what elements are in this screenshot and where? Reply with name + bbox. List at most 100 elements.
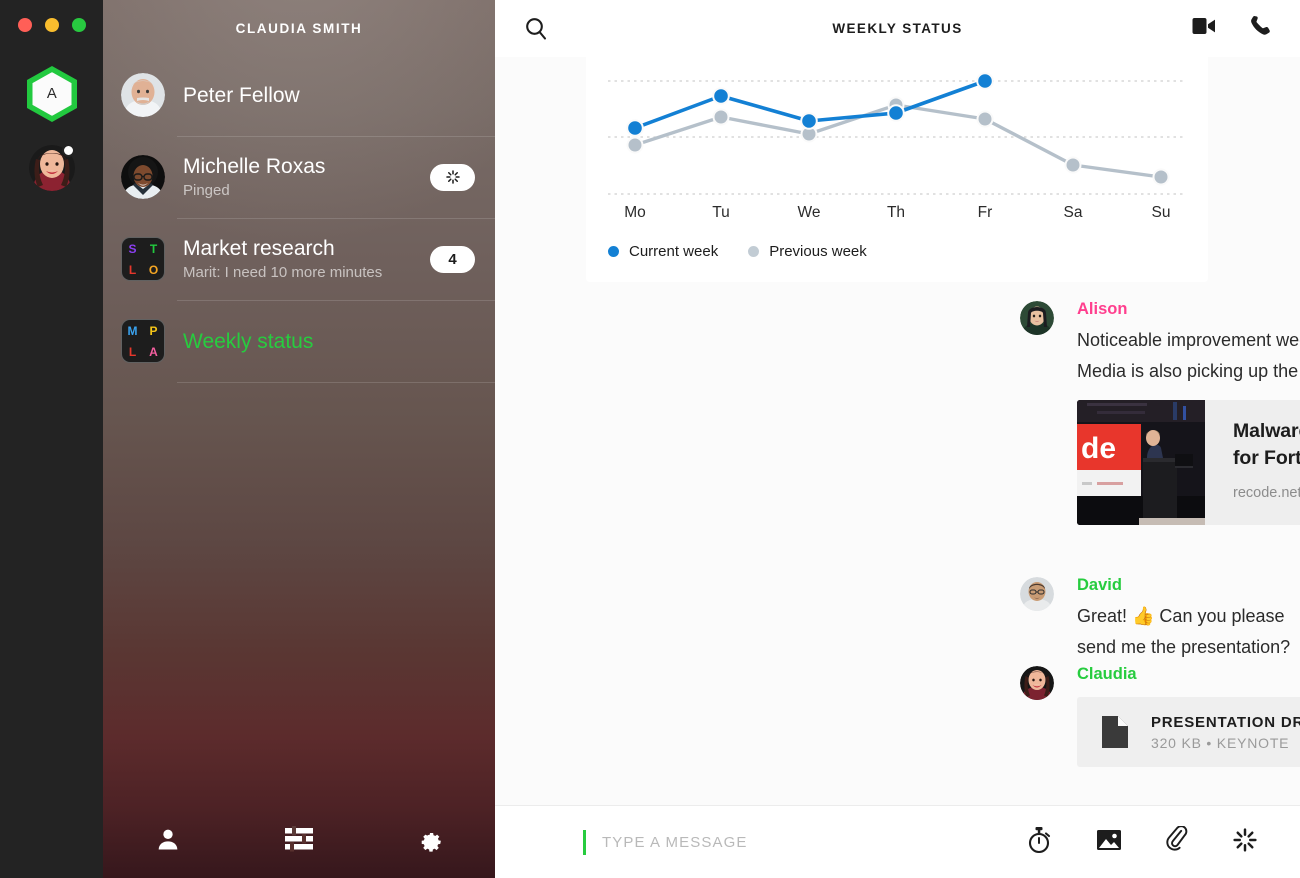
claudia-avatar xyxy=(1020,666,1054,700)
video-call-button[interactable] xyxy=(1192,16,1218,41)
legend-entry-current-week: Current week xyxy=(608,243,718,260)
link-preview-title: Malware attacks up, impact on bottom lin… xyxy=(1233,420,1300,469)
x-tick-label: Su xyxy=(1152,204,1171,221)
avatar[interactable] xyxy=(1020,301,1054,335)
list-item-weekly-status[interactable]: M P L A Weekly status xyxy=(103,300,495,382)
unread-count-badge[interactable]: 4 xyxy=(430,245,475,273)
x-tick-label: Th xyxy=(887,204,905,221)
tile-letter: L xyxy=(128,344,137,359)
attachment-button[interactable] xyxy=(1166,824,1188,859)
settings-nav-icon xyxy=(421,833,441,852)
phone-call-button[interactable] xyxy=(1248,14,1272,43)
text-caret xyxy=(583,829,586,855)
legend-swatch-icon xyxy=(748,246,760,257)
window-traffic-lights xyxy=(18,18,86,32)
minimize-window-button[interactable] xyxy=(45,18,59,32)
search-button[interactable] xyxy=(523,16,549,42)
timer-button[interactable] xyxy=(1026,826,1052,859)
timer-icon xyxy=(1028,826,1051,853)
list-item-title: Market research xyxy=(183,236,335,260)
svg-text:de: de xyxy=(1081,432,1116,465)
image-button[interactable] xyxy=(1096,828,1122,857)
list-item-title: Weekly status xyxy=(183,329,314,353)
message-david: David Great! 👍 Can you please send me th… xyxy=(1020,575,1300,663)
link-preview-url: recode.net/…up-impact-on-bottom-line-dow… xyxy=(1233,485,1300,501)
message-body: David Great! 👍 Can you please send me th… xyxy=(1077,575,1300,663)
panel-title: CLAUDIA SMITH xyxy=(235,21,363,36)
list-item-text: Peter Fellow xyxy=(183,83,475,108)
list-item-title: Peter Fellow xyxy=(183,83,300,107)
contacts-nav-icon xyxy=(158,829,178,850)
message-author: David xyxy=(1077,576,1122,594)
tile-letter: S xyxy=(128,241,137,256)
x-tick-label: Tu xyxy=(712,204,730,221)
message-text-line: Noticeable improvement week-over-week no… xyxy=(1077,330,1300,350)
list-item-text: Weekly status xyxy=(183,329,475,354)
close-window-button[interactable] xyxy=(18,18,32,32)
file-meta: PRESENTATION DRAFT 320 KB • KEYNOTE xyxy=(1151,714,1300,751)
recode-conference-thumbnail: de xyxy=(1077,400,1205,525)
message-composer xyxy=(495,805,1300,878)
legend-label: Current week xyxy=(629,243,719,260)
chat-area: WEEKLY STATUS Mo Tu We Th Fr Sa Su Curre… xyxy=(495,0,1300,878)
composer-actions xyxy=(1026,824,1258,859)
avatar-illustration xyxy=(121,155,165,199)
conversation-list: Peter Fellow Michelle Roxas Pinged S T L… xyxy=(103,54,495,383)
message-author: Claudia xyxy=(1077,665,1137,683)
alison-avatar xyxy=(1020,301,1054,335)
tile-letter: L xyxy=(128,262,137,277)
tile-letter: O xyxy=(148,262,159,277)
attachment-icon xyxy=(1166,824,1188,851)
message-author: Alison xyxy=(1077,300,1128,318)
x-tick-label: Mo xyxy=(624,204,646,221)
tile-letter: A xyxy=(149,344,158,359)
sidebar-item-contacts[interactable] xyxy=(154,825,182,853)
maximize-window-button[interactable] xyxy=(72,18,86,32)
video-call-icon xyxy=(1192,18,1215,34)
message-list[interactable]: Mo Tu We Th Fr Sa Su Current week Previo… xyxy=(495,57,1300,805)
ping-burst-icon xyxy=(1233,827,1257,852)
link-preview-card[interactable]: de Malwar for Fort recode.net xyxy=(1077,400,1300,525)
list-item-subtitle: Marit: I need 10 more minutes xyxy=(183,263,383,281)
list-item[interactable]: S T L O Market research Marit: I need 10… xyxy=(103,218,495,300)
list-item-title: Michelle Roxas xyxy=(183,154,326,178)
ping-burst-icon xyxy=(445,170,460,184)
weekly-chart-card: Mo Tu We Th Fr Sa Su Current week Previo… xyxy=(586,57,1208,282)
sidebar-item-filters[interactable] xyxy=(284,826,314,852)
david-avatar xyxy=(1020,577,1054,611)
group-avatar-tile: M P L A xyxy=(121,319,165,363)
list-item[interactable]: Peter Fellow xyxy=(103,54,495,136)
tile-letter: P xyxy=(149,323,158,338)
ping-status-badge[interactable] xyxy=(430,163,475,191)
x-tick-label: We xyxy=(798,204,821,221)
filters-nav-icon xyxy=(285,826,313,852)
image-icon xyxy=(1097,829,1121,850)
list-item[interactable]: Michelle Roxas Pinged xyxy=(103,136,495,218)
rail-user-status-badge xyxy=(62,144,75,157)
weekly-chart: Mo Tu We Th Fr Sa Su Current week Previo… xyxy=(586,57,1208,282)
tile-letter: T xyxy=(149,241,158,256)
chat-header-actions xyxy=(1192,14,1272,43)
ping-button[interactable] xyxy=(1232,827,1258,858)
chat-header: WEEKLY STATUS xyxy=(495,0,1300,57)
file-subtitle: 320 KB • KEYNOTE xyxy=(1151,734,1290,751)
message-alison: Alison Noticeable improvement week-over-… xyxy=(1020,299,1300,525)
tile-letter: M xyxy=(127,323,138,338)
phone-call-icon xyxy=(1251,15,1270,35)
file-attachment-card[interactable]: PRESENTATION DRAFT 320 KB • KEYNOTE xyxy=(1077,697,1300,767)
workspace-badge-letter: A xyxy=(46,85,58,102)
avatar[interactable] xyxy=(1020,666,1054,700)
line-chart-svg: Mo Tu We Th Fr Sa Su xyxy=(608,72,1186,221)
message-claudia: Claudia PRESENTATION DRAFT 320 KB • KEYN… xyxy=(1020,664,1300,767)
list-item-subtitle: Pinged xyxy=(183,181,230,199)
sidebar-item-settings[interactable] xyxy=(416,825,444,853)
conversation-list-panel: CLAUDIA SMITH Peter Fellow Michelle Roxa… xyxy=(103,0,495,878)
peter-fellow-avatar xyxy=(121,73,165,117)
x-tick-label: Sa xyxy=(1064,204,1083,221)
avatar-illustration xyxy=(121,73,165,117)
legend-entry-previous-week: Previous week xyxy=(748,243,867,260)
workspace-badge[interactable]: A xyxy=(27,66,77,122)
avatar[interactable] xyxy=(1020,577,1054,611)
group-avatar-tile: S T L O xyxy=(121,237,165,281)
message-input[interactable] xyxy=(602,827,1026,857)
